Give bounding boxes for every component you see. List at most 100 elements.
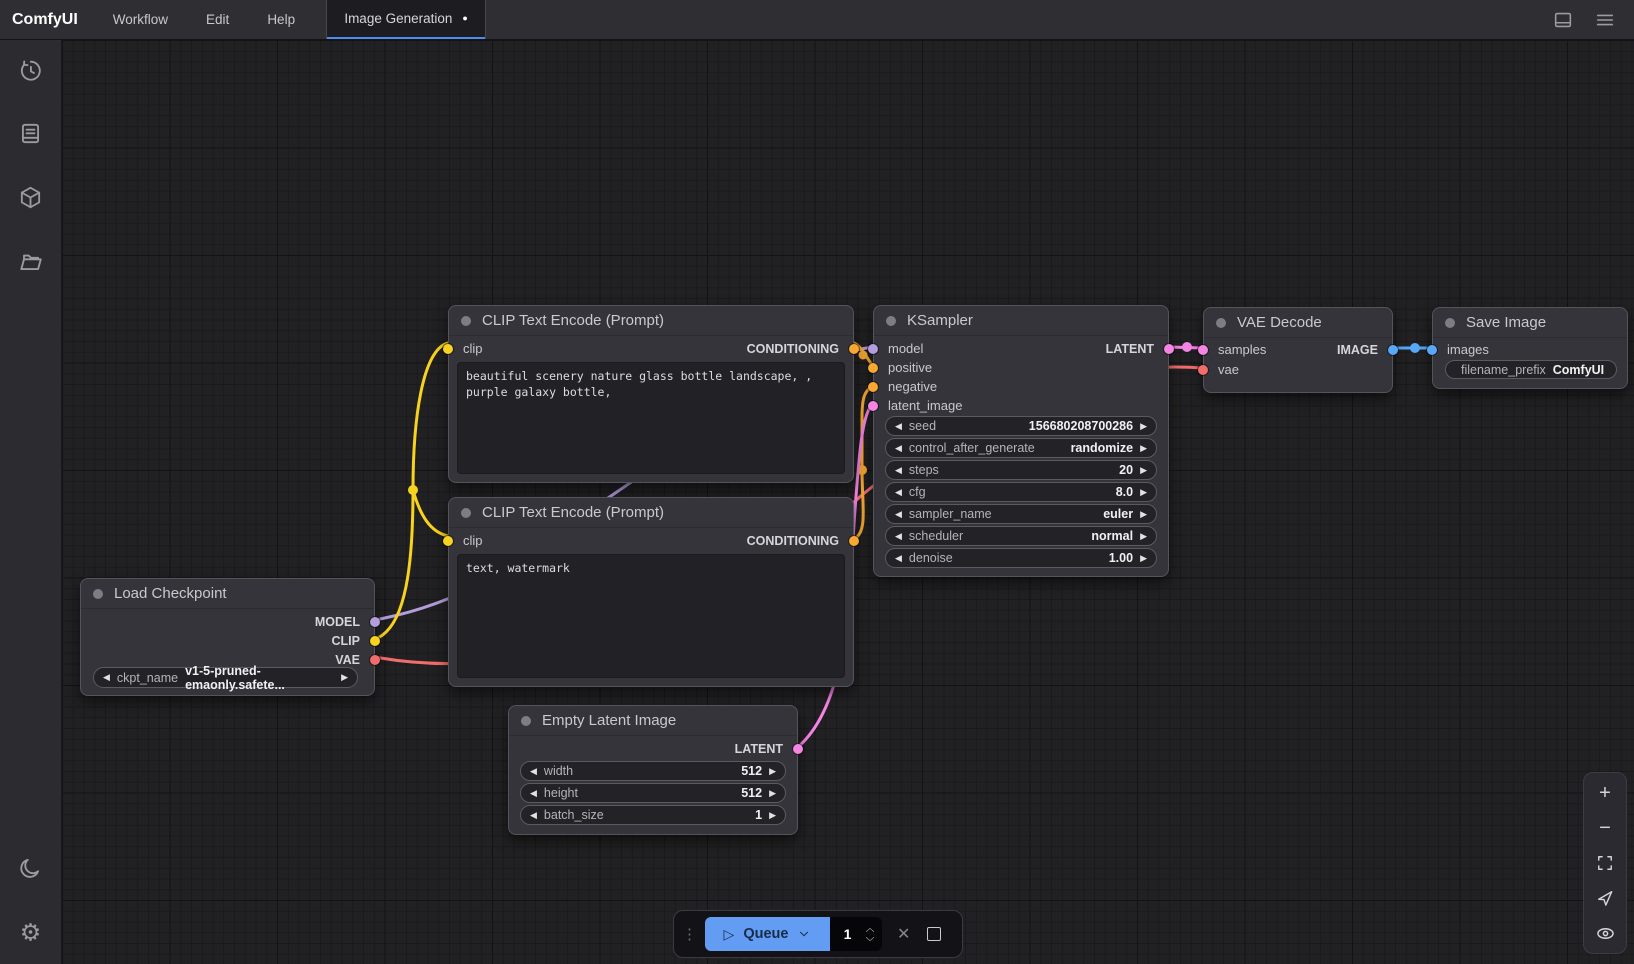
- reroute-dot-latent[interactable]: [1182, 342, 1192, 352]
- increment-chevron-icon[interactable]: [865, 927, 875, 933]
- decrement-arrow-icon[interactable]: ◀: [895, 488, 902, 497]
- slot-dot-clip[interactable]: [443, 344, 453, 354]
- node-empty-latent-image[interactable]: Empty Latent Image LATENT ◀ width 512 ▶ …: [508, 705, 798, 835]
- decrement-arrow-icon[interactable]: ◀: [895, 532, 902, 541]
- collapse-dot-icon[interactable]: [1216, 318, 1226, 328]
- node-title-bar[interactable]: CLIP Text Encode (Prompt): [449, 306, 853, 336]
- settings-gear-icon[interactable]: ⚙: [17, 920, 44, 947]
- widget-width[interactable]: ◀ width 512 ▶: [520, 761, 786, 781]
- widget-steps[interactable]: ◀ steps 20 ▶: [885, 460, 1157, 480]
- theme-moon-icon[interactable]: [17, 855, 44, 882]
- reroute-dot-conditioning[interactable]: [859, 351, 868, 360]
- node-title-bar[interactable]: Save Image: [1433, 308, 1627, 338]
- decrement-arrow-icon[interactable]: ◀: [895, 554, 902, 563]
- widget-filename-prefix[interactable]: filename_prefix ComfyUI: [1445, 360, 1617, 379]
- node-ksampler[interactable]: KSampler model positive negative latent_…: [873, 305, 1169, 577]
- bottom-panel-toggle-icon[interactable]: [1552, 9, 1574, 31]
- node-title-bar[interactable]: Load Checkpoint: [81, 579, 374, 609]
- decrement-arrow-icon[interactable]: ◀: [103, 673, 110, 682]
- slot-dot-model[interactable]: [370, 617, 380, 627]
- queue-history-icon[interactable]: [17, 57, 44, 84]
- decrement-arrow-icon[interactable]: ◀: [530, 811, 537, 820]
- increment-arrow-icon[interactable]: ▶: [769, 789, 776, 798]
- chevron-down-icon[interactable]: [797, 927, 811, 941]
- decrement-arrow-icon[interactable]: ◀: [895, 510, 902, 519]
- slot-dot-conditioning[interactable]: [868, 363, 878, 373]
- widget-batch-size[interactable]: ◀ batch_size 1 ▶: [520, 805, 786, 825]
- slot-dot-latent[interactable]: [1164, 344, 1174, 354]
- node-load-checkpoint[interactable]: Load Checkpoint MODEL CLIP VAE ◀ ckpt_na…: [80, 578, 375, 696]
- menu-help[interactable]: Help: [248, 0, 314, 39]
- batch-count-stepper[interactable]: 1: [830, 917, 882, 951]
- clear-queue-icon[interactable]: ✕: [897, 924, 910, 944]
- collapse-dot-icon[interactable]: [886, 316, 896, 326]
- slot-dot-conditioning[interactable]: [849, 536, 859, 546]
- widget-cfg[interactable]: ◀ cfg 8.0 ▶: [885, 482, 1157, 502]
- menu-workflow[interactable]: Workflow: [94, 0, 187, 39]
- slot-dot-conditioning[interactable]: [868, 382, 878, 392]
- node-clip-text-encode-positive[interactable]: CLIP Text Encode (Prompt) clip CONDITION…: [448, 305, 854, 483]
- hamburger-menu-icon[interactable]: [1594, 9, 1616, 31]
- decrement-arrow-icon[interactable]: ◀: [530, 789, 537, 798]
- increment-arrow-icon[interactable]: ▶: [1140, 422, 1147, 431]
- zoom-in-icon[interactable]: +: [1594, 782, 1616, 804]
- decrement-arrow-icon[interactable]: ◀: [895, 466, 902, 475]
- collapse-dot-icon[interactable]: [93, 589, 103, 599]
- slot-dot-vae[interactable]: [1198, 365, 1208, 375]
- widget-seed[interactable]: ◀ seed 156680208700286 ▶: [885, 416, 1157, 436]
- zoom-out-icon[interactable]: −: [1594, 817, 1616, 839]
- model-library-icon[interactable]: [17, 184, 44, 211]
- node-title-bar[interactable]: Empty Latent Image: [509, 706, 797, 736]
- fit-view-icon[interactable]: [1594, 852, 1616, 874]
- tab-image-generation[interactable]: Image Generation ●: [327, 0, 485, 39]
- widget-denoise[interactable]: ◀ denoise 1.00 ▶: [885, 548, 1157, 568]
- increment-arrow-icon[interactable]: ▶: [1140, 466, 1147, 475]
- node-canvas[interactable]: Load Checkpoint MODEL CLIP VAE ◀ ckpt_na…: [62, 40, 1634, 964]
- slot-dot-image[interactable]: [1388, 345, 1398, 355]
- prompt-textarea[interactable]: text, watermark: [457, 554, 845, 678]
- collapse-dot-icon[interactable]: [1445, 318, 1455, 328]
- slot-dot-conditioning[interactable]: [849, 344, 859, 354]
- decrement-arrow-icon[interactable]: ◀: [530, 767, 537, 776]
- decrement-arrow-icon[interactable]: ◀: [895, 422, 902, 431]
- increment-arrow-icon[interactable]: ▶: [1140, 488, 1147, 497]
- increment-arrow-icon[interactable]: ▶: [769, 811, 776, 820]
- stop-icon[interactable]: [927, 927, 941, 941]
- workflows-folder-icon[interactable]: [17, 248, 44, 275]
- increment-arrow-icon[interactable]: ▶: [769, 767, 776, 776]
- widget-height[interactable]: ◀ height 512 ▶: [520, 783, 786, 803]
- reroute-dot-clip[interactable]: [408, 485, 418, 495]
- slot-dot-latent[interactable]: [868, 401, 878, 411]
- widget-control-after-generate[interactable]: ◀ control_after_generate randomize ▶: [885, 438, 1157, 458]
- node-clip-text-encode-negative[interactable]: CLIP Text Encode (Prompt) clip CONDITION…: [448, 497, 854, 687]
- reroute-dot-image[interactable]: [1410, 343, 1420, 353]
- drag-handle-icon[interactable]: ⋮: [682, 925, 697, 943]
- increment-arrow-icon[interactable]: ▶: [1140, 532, 1147, 541]
- menu-edit[interactable]: Edit: [187, 0, 248, 39]
- node-library-icon[interactable]: [17, 120, 44, 147]
- node-save-image[interactable]: Save Image images filename_prefix ComfyU…: [1432, 307, 1628, 389]
- slot-dot-latent[interactable]: [793, 744, 803, 754]
- decrement-arrow-icon[interactable]: ◀: [895, 444, 902, 453]
- decrement-chevron-icon[interactable]: [865, 936, 875, 942]
- collapse-dot-icon[interactable]: [521, 716, 531, 726]
- queue-button[interactable]: ▷ Queue: [705, 917, 830, 951]
- prompt-textarea[interactable]: beautiful scenery nature glass bottle la…: [457, 362, 845, 474]
- increment-arrow-icon[interactable]: ▶: [1140, 444, 1147, 453]
- slot-dot-clip[interactable]: [443, 536, 453, 546]
- node-title-bar[interactable]: CLIP Text Encode (Prompt): [449, 498, 853, 528]
- slot-dot-image[interactable]: [1427, 345, 1437, 355]
- node-vae-decode[interactable]: VAE Decode samples vae IMAGE: [1203, 307, 1393, 393]
- collapse-dot-icon[interactable]: [461, 508, 471, 518]
- slot-dot-vae[interactable]: [370, 655, 380, 665]
- widget-ckpt-name[interactable]: ◀ ckpt_name v1-5-pruned-emaonly.safete..…: [93, 667, 358, 688]
- node-title-bar[interactable]: VAE Decode: [1204, 308, 1392, 338]
- increment-arrow-icon[interactable]: ▶: [1140, 510, 1147, 519]
- toggle-visibility-eye-icon[interactable]: [1594, 922, 1616, 944]
- pan-select-arrow-icon[interactable]: [1594, 887, 1616, 909]
- collapse-dot-icon[interactable]: [461, 316, 471, 326]
- increment-arrow-icon[interactable]: ▶: [1140, 554, 1147, 563]
- widget-sampler-name[interactable]: ◀ sampler_name euler ▶: [885, 504, 1157, 524]
- node-title-bar[interactable]: KSampler: [874, 306, 1168, 336]
- slot-dot-clip[interactable]: [370, 636, 380, 646]
